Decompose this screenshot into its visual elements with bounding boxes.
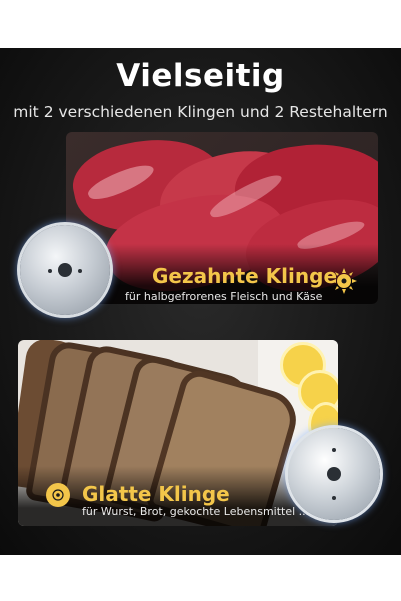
serrated-blade-image bbox=[20, 225, 110, 315]
smooth-blade-icon bbox=[46, 483, 70, 507]
smooth-blade-description: für Wurst, Brot, gekochte Lebensmittel .… bbox=[82, 505, 310, 518]
serrated-blade-description: für halbgefrorenes Fleisch und Käse bbox=[125, 290, 323, 303]
smooth-blade-label: Glatte Klinge bbox=[82, 482, 230, 506]
serrated-blade-label: Gezahnte Klinge bbox=[152, 264, 338, 288]
page-subtitle: mit 2 verschiedenen Klingen und 2 Resteh… bbox=[13, 103, 388, 121]
page-title: Vielseitig bbox=[116, 58, 285, 94]
